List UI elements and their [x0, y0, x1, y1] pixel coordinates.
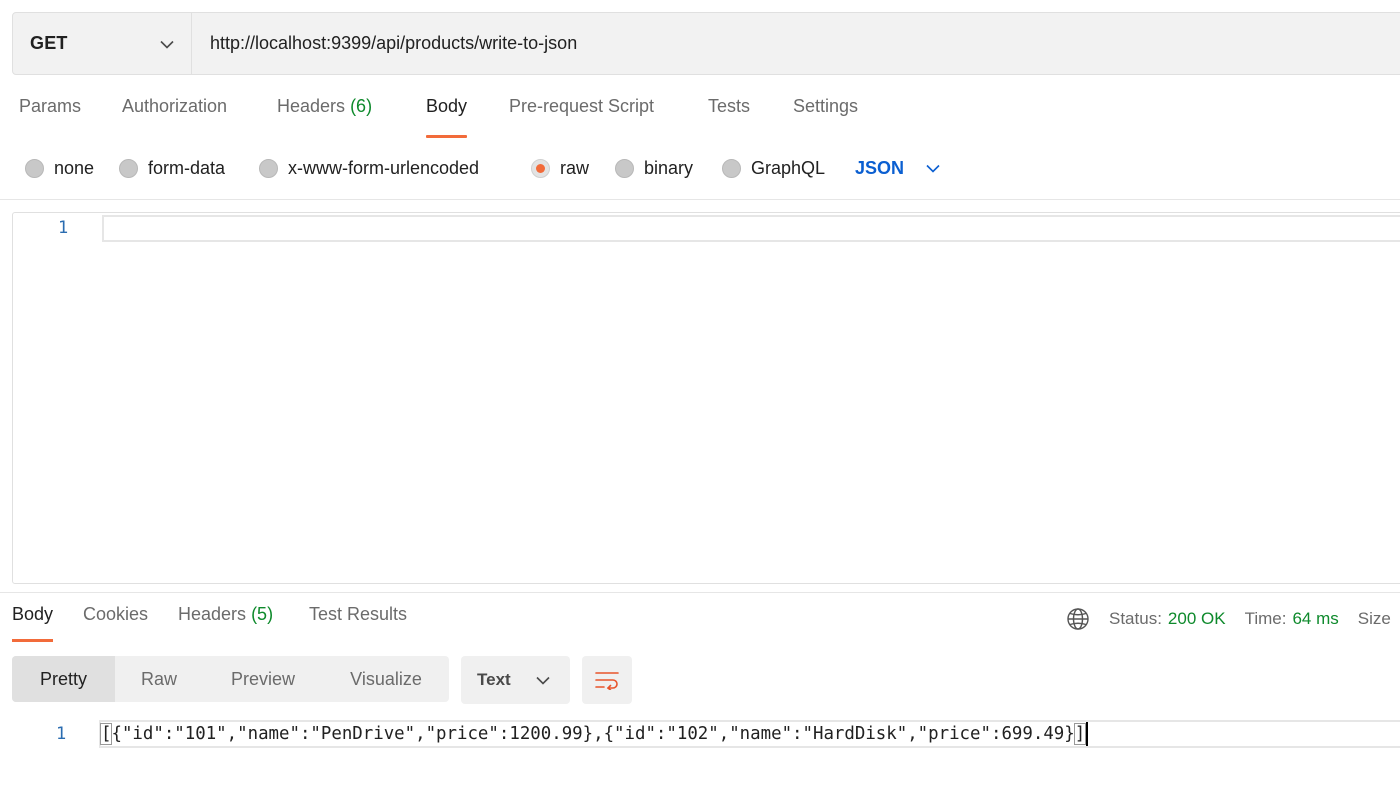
tab-tests[interactable]: Tests [708, 96, 750, 138]
view-mode-segmented: Pretty Raw Preview Visualize [12, 656, 449, 702]
radio-indicator [259, 158, 278, 178]
tab-body[interactable]: Body [426, 96, 468, 138]
view-mode-preview[interactable]: Preview [203, 656, 323, 702]
method-label: GET [30, 33, 68, 53]
tab-label: Headers [178, 604, 247, 624]
tab-label: Body [12, 604, 54, 624]
radio-none[interactable]: none [25, 152, 94, 184]
response-tab-cookies[interactable]: Cookies [83, 604, 148, 642]
request-url-bar: GET [12, 12, 1400, 75]
tab-label: Settings [793, 96, 859, 116]
tab-label: Tests [708, 96, 751, 116]
view-mode-raw[interactable]: Raw [115, 656, 203, 702]
response-json: {"id":"101","name":"PenDrive","price":12… [111, 724, 1075, 744]
tab-params[interactable]: Params [19, 96, 81, 138]
method-select[interactable]: GET [13, 13, 192, 74]
radio-label: form-data [148, 157, 226, 178]
word-wrap-button[interactable] [582, 656, 632, 704]
radio-binary[interactable]: binary [615, 152, 693, 184]
chevron-down-icon [160, 40, 174, 49]
response-tab-test-results[interactable]: Test Results [309, 604, 407, 642]
globe-icon[interactable] [1066, 607, 1090, 631]
chevron-down-icon [926, 164, 940, 173]
view-mode-pretty[interactable]: Pretty [12, 656, 115, 702]
response-format-label: Text [477, 670, 511, 689]
tab-headers[interactable]: Headers (6) [277, 96, 372, 138]
radio-raw[interactable]: raw [531, 152, 589, 184]
radio-label: GraphQL [751, 157, 826, 178]
headers-count: (6) [350, 96, 373, 116]
raw-format-label: JSON [855, 157, 905, 178]
tab-label: Headers [277, 96, 346, 116]
word-wrap-icon [595, 672, 619, 690]
view-mode-label: Visualize [350, 668, 422, 689]
view-mode-label: Preview [230, 668, 296, 689]
divider [0, 199, 1400, 200]
line-number: 1 [58, 218, 69, 238]
close-bracket: ] [1073, 723, 1087, 745]
view-mode-label: Pretty [39, 668, 87, 689]
status-value[interactable]: 200 OK [1168, 609, 1226, 629]
time-value[interactable]: 64 ms [1292, 609, 1338, 629]
tab-label: Authorization [122, 96, 228, 116]
radio-indicator [25, 158, 44, 178]
open-bracket: [ [99, 723, 113, 745]
size-label: Size [1357, 609, 1391, 628]
view-mode-label: Raw [140, 668, 177, 689]
tab-settings[interactable]: Settings [793, 96, 858, 138]
text-cursor [1086, 722, 1089, 746]
tab-pre-request-script[interactable]: Pre-request Script [509, 96, 654, 138]
request-body-editor[interactable]: 1 [12, 212, 1400, 584]
chevron-down-icon [536, 676, 550, 685]
response-line-number: 1 [56, 724, 67, 744]
radio-form-data[interactable]: form-data [119, 152, 225, 184]
radio-indicator [119, 158, 138, 178]
editor-active-line[interactable] [102, 215, 1400, 242]
response-tabs: Body Cookies Headers (5) Test Results [0, 604, 500, 642]
body-type-options: none form-data x-www-form-urlencoded raw… [0, 152, 1000, 184]
divider [0, 592, 1400, 593]
raw-format-select[interactable]: JSON [855, 152, 940, 184]
radio-label: x-www-form-urlencoded [288, 157, 480, 178]
response-meta: Status: 200 OK Time: 64 ms Size [1066, 604, 1397, 634]
tab-label: Cookies [83, 604, 149, 624]
radio-indicator-selected [531, 158, 550, 178]
radio-indicator [722, 158, 741, 178]
radio-label: binary [644, 157, 694, 178]
tab-label: Test Results [309, 604, 408, 624]
tab-label: Params [19, 96, 82, 116]
tab-authorization[interactable]: Authorization [122, 96, 227, 138]
radio-x-www-form-urlencoded[interactable]: x-www-form-urlencoded [259, 152, 479, 184]
radio-label: none [54, 157, 95, 178]
tab-label: Body [426, 96, 468, 116]
url-input[interactable] [192, 13, 1400, 74]
response-format-select[interactable]: Text [461, 656, 570, 704]
radio-graphql[interactable]: GraphQL [722, 152, 825, 184]
radio-indicator [615, 158, 634, 178]
status-label: Status: [1109, 609, 1162, 628]
headers-count: (5) [251, 604, 274, 624]
time-label: Time: [1244, 609, 1287, 628]
response-tab-headers[interactable]: Headers (5) [178, 604, 273, 642]
response-body-text[interactable]: [{"id":"101","name":"PenDrive","price":1… [99, 721, 1089, 747]
radio-label: raw [560, 157, 590, 178]
view-mode-visualize[interactable]: Visualize [323, 656, 449, 702]
tab-label: Pre-request Script [509, 96, 655, 116]
response-tab-body[interactable]: Body [12, 604, 54, 642]
